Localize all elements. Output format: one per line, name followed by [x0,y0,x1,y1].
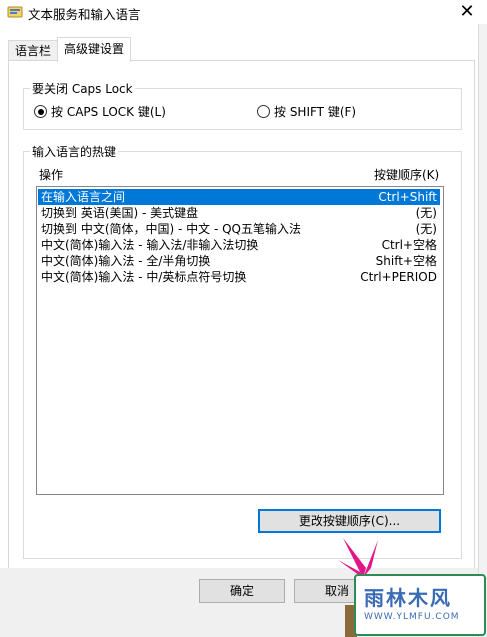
hotkey-action: 切换到 中文(简体，中国) - 中文 - QQ五笔输入法 [41,222,301,236]
hotkey-keys: (无) [415,206,437,220]
watermark-burst-icon [338,538,378,578]
tab-advanced-key-settings[interactable]: 高级键设置 [57,37,132,62]
caps-lock-option-label: 按 CAPS LOCK 键(L) [51,105,166,119]
hotkey-action: 中文(简体)输入法 - 输入法/非输入法切换 [41,238,259,252]
caps-lock-group-title: 要关闭 Caps Lock [30,80,135,97]
radio-caps-lock-selected[interactable] [34,105,47,118]
list-item[interactable]: 在输入语言之间 Ctrl+Shift [38,189,440,205]
list-item[interactable]: 中文(简体)输入法 - 全/半角切换 Shift+空格 [38,253,440,269]
hotkey-list[interactable]: 在输入语言之间 Ctrl+Shift 切换到 英语(美国) - 美式键盘 (无)… [36,186,444,495]
watermark-url: WWW.YLMFU.COM [364,612,460,622]
shift-option[interactable]: 按 SHIFT 键(F) [257,103,356,120]
hotkeys-group-title: 输入语言的热键 [30,143,119,160]
change-key-sequence-button[interactable]: 更改按键顺序(C)... [258,509,441,533]
caps-lock-option[interactable]: 按 CAPS LOCK 键(L) [34,103,166,120]
hotkey-keys: (无) [415,222,437,236]
hotkey-keys: Ctrl+Shift [378,190,437,204]
ok-button[interactable]: 确定 [199,579,285,603]
shift-option-label: 按 SHIFT 键(F) [274,105,357,119]
list-item[interactable]: 切换到 中文(简体，中国) - 中文 - QQ五笔输入法 (无) [38,221,440,237]
radio-shift[interactable] [257,105,270,118]
tab-language-bar[interactable]: 语言栏 [8,40,59,61]
hotkey-action: 切换到 英语(美国) - 美式键盘 [41,206,199,220]
window-title: 文本服务和输入语言 [28,7,141,22]
close-icon[interactable]: ✕ [455,0,479,24]
hotkey-keys: Ctrl+空格 [381,238,437,252]
column-header-action: 操作 [39,168,64,182]
hotkey-keys: Ctrl+PERIOD [360,270,437,284]
hotkey-action: 中文(简体)输入法 - 全/半角切换 [41,254,211,268]
hotkey-keys: Shift+空格 [375,254,437,268]
list-item[interactable]: 中文(简体)输入法 - 中/英标点符号切换 Ctrl+PERIOD [38,269,440,285]
caps-lock-group: 要关闭 Caps Lock 按 CAPS LOCK 键(L) 按 SHIFT 键… [23,80,462,130]
watermark-logo: 雨林木风 WWW.YLMFU.COM [354,574,486,636]
watermark-text: 雨林木风 [364,586,452,610]
list-item[interactable]: 切换到 英语(美国) - 美式键盘 (无) [38,205,440,221]
column-header-keys: 按键顺序(K) [374,168,440,182]
app-icon [7,6,23,18]
list-item[interactable]: 中文(简体)输入法 - 输入法/非输入法切换 Ctrl+空格 [38,237,440,253]
background-window-edge [478,24,487,637]
hotkey-action: 在输入语言之间 [41,190,126,204]
hotkey-action: 中文(简体)输入法 - 中/英标点符号切换 [41,270,247,284]
